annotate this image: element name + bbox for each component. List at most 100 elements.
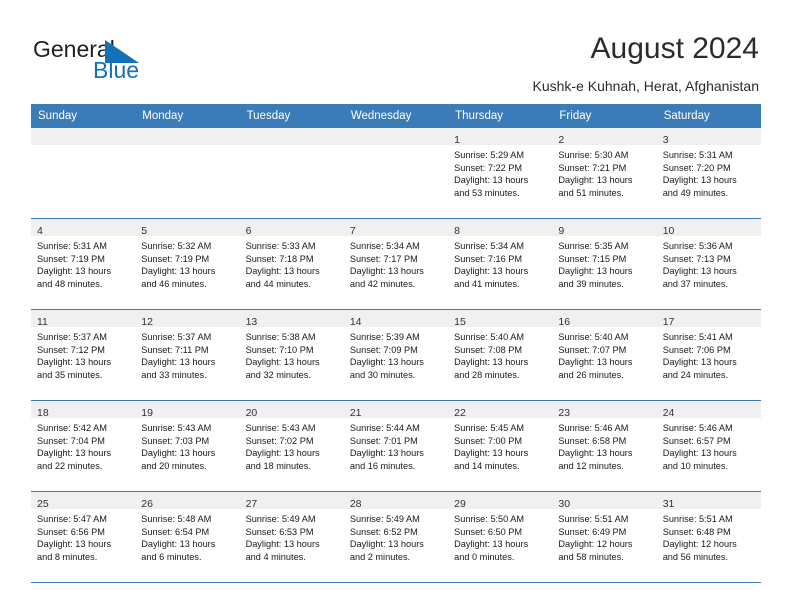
day-cell[interactable]: 13 Sunrise: 5:38 AM Sunset: 7:10 PM Dayl… (239, 309, 344, 401)
day-number-band (31, 128, 136, 145)
sunrise-text: Sunrise: 5:35 AM (558, 241, 629, 251)
sunrise-text: Sunrise: 5:48 AM (141, 514, 212, 524)
day-cell[interactable]: 21 Sunrise: 5:44 AM Sunset: 7:01 PM Dayl… (343, 400, 449, 492)
day-cell[interactable]: 29 Sunrise: 5:50 AM Sunset: 6:50 PM Dayl… (448, 491, 553, 582)
weekday-header-monday: Monday (135, 104, 240, 128)
day-cell[interactable]: 28 Sunrise: 5:49 AM Sunset: 6:52 PM Dayl… (343, 491, 449, 582)
sunset-text: Sunset: 7:21 PM (558, 162, 627, 173)
day-cell[interactable]: 1 Sunrise: 5:29 AM Sunset: 7:22 PM Dayli… (448, 128, 553, 219)
daylight-text-line2: and 14 minutes. (454, 460, 520, 471)
day-cell[interactable]: 17 Sunrise: 5:41 AM Sunset: 7:06 PM Dayl… (656, 309, 761, 401)
sunset-text: Sunset: 6:54 PM (141, 526, 210, 537)
day-cell[interactable]: 5 Sunrise: 5:32 AM Sunset: 7:19 PM Dayli… (135, 218, 240, 310)
day-number: 27 (245, 498, 258, 510)
day-cell[interactable]: 4 Sunrise: 5:31 AM Sunset: 7:19 PM Dayli… (31, 218, 136, 310)
day-cell[interactable]: 9 Sunrise: 5:35 AM Sunset: 7:15 PM Dayli… (552, 218, 657, 310)
day-cell[interactable]: 8 Sunrise: 5:34 AM Sunset: 7:16 PM Dayli… (448, 218, 553, 310)
day-details (344, 145, 448, 149)
day-number-band (135, 128, 240, 145)
sunrise-text: Sunrise: 5:50 AM (454, 514, 525, 524)
sunset-text: Sunset: 7:07 PM (558, 344, 627, 355)
sunrise-text: Sunrise: 5:47 AM (37, 514, 107, 524)
day-details: Sunrise: 5:36 AM Sunset: 7:13 PM Dayligh… (657, 236, 761, 290)
day-cell[interactable]: 20 Sunrise: 5:43 AM Sunset: 7:02 PM Dayl… (239, 400, 344, 492)
day-cell[interactable]: 24 Sunrise: 5:46 AM Sunset: 6:57 PM Dayl… (656, 400, 761, 492)
day-cell[interactable]: 22 Sunrise: 5:45 AM Sunset: 7:00 PM Dayl… (448, 400, 553, 492)
daylight-text-line1: Daylight: 13 hours (558, 357, 633, 368)
calendar-bottom-border (31, 582, 761, 583)
day-cell[interactable]: 16 Sunrise: 5:40 AM Sunset: 7:07 PM Dayl… (552, 309, 657, 401)
day-number-band (239, 128, 344, 145)
day-cell[interactable]: 10 Sunrise: 5:36 AM Sunset: 7:13 PM Dayl… (656, 218, 761, 310)
daylight-text-line2: and 22 minutes. (37, 460, 103, 471)
day-number: 24 (662, 407, 675, 419)
day-cell[interactable]: 30 Sunrise: 5:51 AM Sunset: 6:49 PM Dayl… (552, 491, 657, 582)
sunset-text: Sunset: 7:04 PM (37, 435, 105, 446)
day-details (240, 145, 344, 149)
day-cell[interactable]: 3 Sunrise: 5:31 AM Sunset: 7:20 PM Dayli… (656, 128, 761, 219)
day-details: Sunrise: 5:42 AM Sunset: 7:04 PM Dayligh… (31, 418, 135, 472)
day-number: 22 (454, 407, 466, 419)
day-cell[interactable]: 14 Sunrise: 5:39 AM Sunset: 7:09 PM Dayl… (343, 309, 449, 401)
day-cell[interactable]: 25 Sunrise: 5:47 AM Sunset: 6:56 PM Dayl… (31, 491, 136, 582)
sunset-text: Sunset: 6:58 PM (558, 435, 627, 446)
day-number: 7 (349, 225, 356, 237)
day-number-band: 28 (343, 492, 449, 510)
day-cell[interactable]: 23 Sunrise: 5:46 AM Sunset: 6:58 PM Dayl… (552, 400, 657, 492)
day-details: Sunrise: 5:48 AM Sunset: 6:54 PM Dayligh… (135, 509, 239, 563)
day-number: 31 (662, 498, 675, 510)
day-number: 5 (141, 225, 148, 237)
day-cell[interactable]: 7 Sunrise: 5:34 AM Sunset: 7:17 PM Dayli… (343, 218, 449, 310)
day-cell[interactable] (135, 128, 240, 219)
day-number: 1 (454, 134, 460, 146)
day-number: 13 (245, 316, 258, 328)
brand-logo[interactable]: General Blue (33, 36, 213, 88)
sunset-text: Sunset: 7:08 PM (454, 344, 523, 355)
daylight-text-line1: Daylight: 13 hours (454, 357, 529, 368)
day-number: 18 (37, 407, 49, 419)
daylight-text-line1: Daylight: 13 hours (349, 266, 424, 277)
daylight-text-line2: and 8 minutes. (37, 551, 98, 562)
daylight-text-line2: and 20 minutes. (141, 460, 207, 471)
day-cell[interactable]: 2 Sunrise: 5:30 AM Sunset: 7:21 PM Dayli… (552, 128, 657, 219)
day-cell[interactable] (31, 128, 136, 219)
sunrise-text: Sunrise: 5:37 AM (37, 332, 107, 342)
daylight-text-line2: and 24 minutes. (662, 369, 729, 380)
day-cell[interactable]: 19 Sunrise: 5:43 AM Sunset: 7:03 PM Dayl… (135, 400, 240, 492)
day-number: 23 (558, 407, 571, 419)
daylight-text-line1: Daylight: 13 hours (662, 175, 737, 186)
day-number-band: 4 (31, 219, 136, 237)
daylight-text-line1: Daylight: 13 hours (662, 266, 737, 277)
day-details: Sunrise: 5:35 AM Sunset: 7:15 PM Dayligh… (552, 236, 656, 290)
day-number-band: 21 (343, 401, 449, 419)
day-cell[interactable]: 31 Sunrise: 5:51 AM Sunset: 6:48 PM Dayl… (656, 491, 761, 582)
daylight-text-line1: Daylight: 13 hours (558, 266, 633, 277)
day-cell[interactable]: 26 Sunrise: 5:48 AM Sunset: 6:54 PM Dayl… (135, 491, 240, 582)
daylight-text-line2: and 10 minutes. (662, 460, 729, 471)
day-cell[interactable] (239, 128, 344, 219)
daylight-text-line1: Daylight: 13 hours (454, 539, 529, 550)
day-cell[interactable]: 15 Sunrise: 5:40 AM Sunset: 7:08 PM Dayl… (448, 309, 553, 401)
day-details: Sunrise: 5:49 AM Sunset: 6:52 PM Dayligh… (344, 509, 448, 563)
day-cell[interactable]: 27 Sunrise: 5:49 AM Sunset: 6:53 PM Dayl… (239, 491, 344, 582)
day-cell[interactable]: 18 Sunrise: 5:42 AM Sunset: 7:04 PM Dayl… (31, 400, 136, 492)
day-cell[interactable]: 11 Sunrise: 5:37 AM Sunset: 7:12 PM Dayl… (31, 309, 136, 401)
sunset-text: Sunset: 7:19 PM (141, 253, 210, 264)
sunrise-text: Sunrise: 5:49 AM (245, 514, 316, 524)
calendar-body: 1 Sunrise: 5:29 AM Sunset: 7:22 PM Dayli… (31, 128, 761, 582)
sunset-text: Sunset: 7:02 PM (245, 435, 314, 446)
day-cell[interactable]: 12 Sunrise: 5:37 AM Sunset: 7:11 PM Dayl… (135, 309, 240, 401)
day-details: Sunrise: 5:41 AM Sunset: 7:06 PM Dayligh… (657, 327, 761, 381)
daylight-text-line1: Daylight: 13 hours (245, 539, 320, 550)
day-details: Sunrise: 5:31 AM Sunset: 7:19 PM Dayligh… (31, 236, 135, 290)
day-cell[interactable] (343, 128, 449, 219)
sunrise-text: Sunrise: 5:31 AM (662, 150, 733, 160)
weekday-header-row: Sunday Monday Tuesday Wednesday Thursday… (31, 104, 761, 128)
day-details (135, 145, 239, 149)
day-number-band: 6 (239, 219, 344, 237)
sunrise-text: Sunrise: 5:45 AM (454, 423, 525, 433)
sunrise-text: Sunrise: 5:29 AM (454, 150, 525, 160)
day-number: 29 (454, 498, 466, 510)
sunrise-text: Sunrise: 5:49 AM (349, 514, 420, 524)
day-cell[interactable]: 6 Sunrise: 5:33 AM Sunset: 7:18 PM Dayli… (239, 218, 344, 310)
